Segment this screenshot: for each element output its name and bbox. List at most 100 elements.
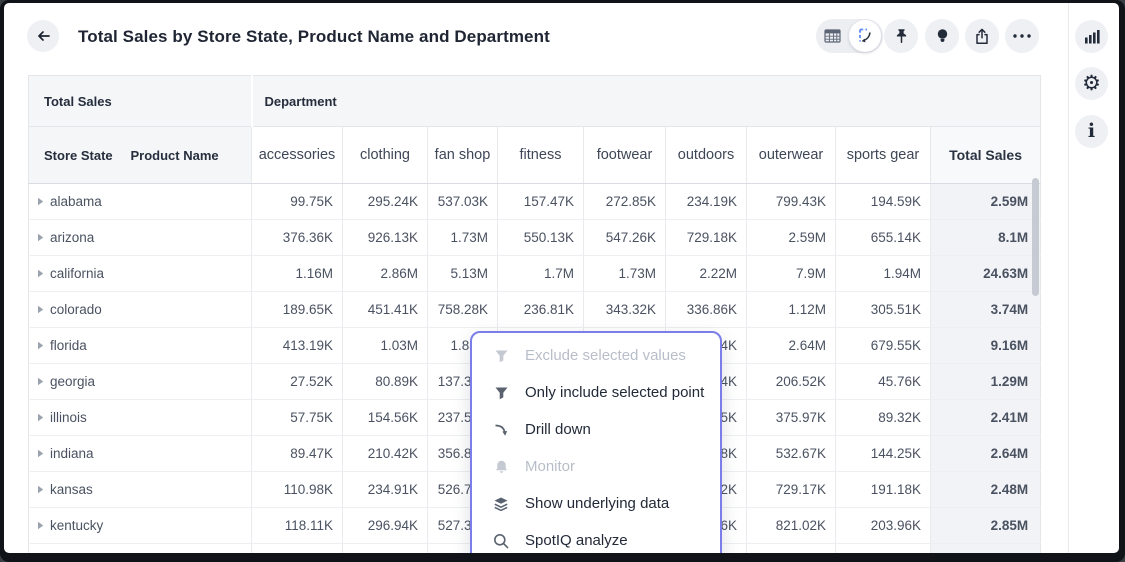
- value-cell[interactable]: 80.89K: [343, 364, 428, 400]
- value-cell[interactable]: 89.47K: [252, 436, 343, 472]
- value-cell[interactable]: 236.81K: [498, 292, 584, 328]
- state-cell[interactable]: georgia: [29, 364, 252, 400]
- view-toggle[interactable]: [816, 19, 883, 53]
- state-cell[interactable]: illinois: [29, 400, 252, 436]
- value-cell[interactable]: 89.32K: [836, 400, 931, 436]
- value-cell[interactable]: 343.32K: [584, 292, 666, 328]
- column-header-fan-shop[interactable]: fan shop: [428, 127, 498, 184]
- value-cell[interactable]: 272.85K: [584, 184, 666, 220]
- pin-button[interactable]: [884, 19, 918, 53]
- expand-caret-icon[interactable]: [37, 197, 44, 206]
- state-cell[interactable]: kansas: [29, 472, 252, 508]
- value-cell[interactable]: 7.9M: [747, 256, 836, 292]
- state-cell[interactable]: kentucky: [29, 508, 252, 544]
- column-header-sports-gear[interactable]: sports gear: [836, 127, 931, 184]
- lightbulb-button[interactable]: [925, 19, 959, 53]
- value-cell[interactable]: 189.65K: [252, 292, 343, 328]
- info-button[interactable]: i: [1075, 115, 1108, 148]
- table-view-toggle[interactable]: [816, 19, 849, 53]
- value-cell[interactable]: 234.91K: [343, 472, 428, 508]
- value-cell[interactable]: 2.86M: [343, 256, 428, 292]
- value-cell[interactable]: 821.02K: [747, 508, 836, 544]
- column-header-outdoors[interactable]: outdoors: [666, 127, 747, 184]
- value-cell[interactable]: 92.02K: [252, 544, 343, 554]
- value-cell[interactable]: 1.03M: [343, 328, 428, 364]
- value-cell[interactable]: 631.09K: [747, 544, 836, 554]
- value-cell[interactable]: 1.73M: [584, 256, 666, 292]
- value-cell[interactable]: 203.02K: [343, 544, 428, 554]
- expand-caret-icon[interactable]: [37, 413, 44, 422]
- column-header-accessories[interactable]: accessories: [252, 127, 343, 184]
- value-cell[interactable]: 154.56K: [343, 400, 428, 436]
- state-cell[interactable]: alabama: [29, 184, 252, 220]
- menu-item-show-underlying-data[interactable]: Show underlying data: [472, 485, 720, 522]
- menu-item-drill-down[interactable]: Drill down: [472, 411, 720, 448]
- expand-caret-icon[interactable]: [37, 377, 44, 386]
- value-cell[interactable]: 1.7M: [498, 256, 584, 292]
- value-cell[interactable]: 376.36K: [252, 220, 343, 256]
- expand-caret-icon[interactable]: [37, 521, 44, 530]
- chart-view-toggle[interactable]: [849, 20, 881, 52]
- value-cell[interactable]: 729.17K: [747, 472, 836, 508]
- value-cell[interactable]: 2.59M: [747, 220, 836, 256]
- menu-item-spotiq-analyze[interactable]: SpotIQ analyze: [472, 522, 720, 553]
- expand-caret-icon[interactable]: [37, 233, 44, 242]
- value-cell[interactable]: 1.73M: [428, 220, 498, 256]
- value-cell[interactable]: 758.28K: [428, 292, 498, 328]
- total-cell[interactable]: 2.85M: [931, 508, 1041, 544]
- value-cell[interactable]: 203.96K: [836, 508, 931, 544]
- value-cell[interactable]: 2.22M: [666, 256, 747, 292]
- value-cell[interactable]: 57.75K: [252, 400, 343, 436]
- expand-caret-icon[interactable]: [37, 485, 44, 494]
- more-button[interactable]: [1005, 19, 1039, 53]
- value-cell[interactable]: 537.03K: [428, 184, 498, 220]
- menu-item-only-include-selected-point[interactable]: Only include selected point: [472, 374, 720, 411]
- total-cell[interactable]: 2.48M: [931, 472, 1041, 508]
- total-cell[interactable]: 8.1M: [931, 220, 1041, 256]
- value-cell[interactable]: 5.13M: [428, 256, 498, 292]
- total-cell[interactable]: 2.59M: [931, 184, 1041, 220]
- share-button[interactable]: [965, 19, 999, 53]
- value-cell[interactable]: 375.97K: [747, 400, 836, 436]
- value-cell[interactable]: 295.24K: [343, 184, 428, 220]
- value-cell[interactable]: 2.64M: [747, 328, 836, 364]
- value-cell[interactable]: 799.43K: [747, 184, 836, 220]
- value-cell[interactable]: 27.52K: [252, 364, 343, 400]
- value-cell[interactable]: 234.19K: [666, 184, 747, 220]
- value-cell[interactable]: 45.76K: [836, 364, 931, 400]
- state-cell[interactable]: arizona: [29, 220, 252, 256]
- value-cell[interactable]: 305.51K: [836, 292, 931, 328]
- expand-caret-icon[interactable]: [37, 305, 44, 314]
- value-cell[interactable]: 413.19K: [252, 328, 343, 364]
- value-cell[interactable]: 144.25K: [836, 436, 931, 472]
- total-cell[interactable]: 2.64M: [931, 436, 1041, 472]
- table-scrollbar-thumb[interactable]: [1032, 178, 1039, 296]
- column-header-fitness[interactable]: fitness: [498, 127, 584, 184]
- value-cell[interactable]: 451.41K: [343, 292, 428, 328]
- value-cell[interactable]: 157.47K: [498, 184, 584, 220]
- chart-columns-button[interactable]: [1075, 20, 1108, 53]
- state-cell[interactable]: colorado: [29, 292, 252, 328]
- value-cell[interactable]: 1.94M: [836, 256, 931, 292]
- value-cell[interactable]: 194.59K: [836, 184, 931, 220]
- total-cell[interactable]: 2.41M: [931, 400, 1041, 436]
- value-cell[interactable]: 336.86K: [666, 292, 747, 328]
- total-cell[interactable]: 1.29M: [931, 364, 1041, 400]
- value-cell[interactable]: 296.94K: [343, 508, 428, 544]
- expand-caret-icon[interactable]: [37, 341, 44, 350]
- column-header-total-sales[interactable]: Total Sales: [931, 127, 1041, 184]
- value-cell[interactable]: 926.13K: [343, 220, 428, 256]
- total-cell[interactable]: 9.16M: [931, 328, 1041, 364]
- state-cell[interactable]: louisiana: [29, 544, 252, 554]
- expand-caret-icon[interactable]: [37, 269, 44, 278]
- state-cell[interactable]: california: [29, 256, 252, 292]
- total-cell[interactable]: 2.11M: [931, 544, 1041, 554]
- value-cell[interactable]: 110.98K: [252, 472, 343, 508]
- gear-button[interactable]: ⚙: [1075, 67, 1108, 100]
- value-cell[interactable]: 175.46K: [836, 544, 931, 554]
- value-cell[interactable]: 206.52K: [747, 364, 836, 400]
- back-button[interactable]: [27, 20, 59, 52]
- value-cell[interactable]: 191.18K: [836, 472, 931, 508]
- column-header-clothing[interactable]: clothing: [343, 127, 428, 184]
- column-header-outerwear[interactable]: outerwear: [747, 127, 836, 184]
